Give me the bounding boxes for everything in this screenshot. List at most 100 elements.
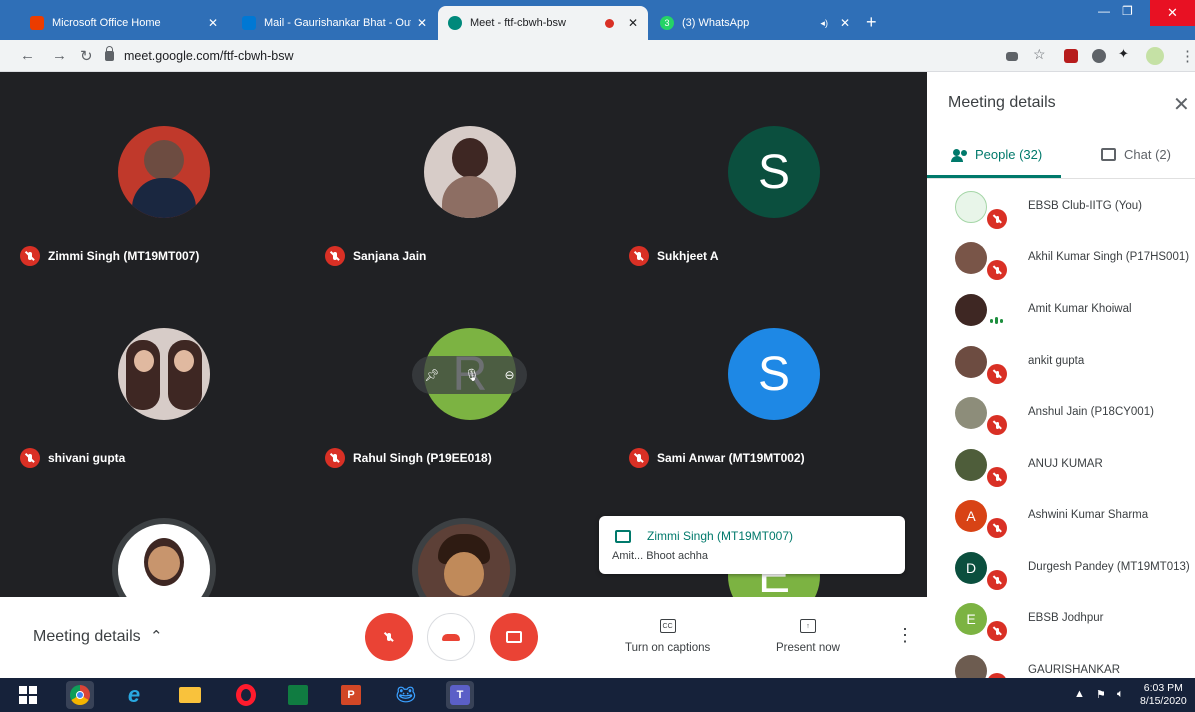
minimize-icon[interactable]: — [1098, 4, 1110, 18]
internet-explorer-icon[interactable]: e [120, 681, 148, 709]
microphone-toggle-button[interactable] [365, 613, 413, 661]
chat-bubble-icon [615, 530, 631, 543]
closed-captions-icon: CC [659, 619, 676, 633]
participant-row[interactable]: GAURISHANKAR [927, 646, 1195, 678]
remove-participant-icon[interactable]: ⊖ [505, 368, 515, 382]
close-panel-icon[interactable]: ✕ [1173, 92, 1190, 117]
tab-google-meet[interactable]: Meet - ftf-cbwh-bsw ✕ [438, 6, 648, 40]
windows-taskbar: e P 🐸︎ T ▲ ⚑ 🔈︎ 6:03 PM 8/15/2020 [0, 678, 1195, 712]
pin-icon[interactable]: 📌︎ [424, 368, 439, 382]
participant-name: GAURISHANKAR [1028, 664, 1121, 676]
microsoft-store-icon[interactable] [284, 681, 312, 709]
address-bar[interactable]: meet.google.com/ftf-cbwh-bsw [105, 44, 985, 68]
tab-chat[interactable]: Chat (2) [1101, 147, 1171, 162]
url-text: meet.google.com/ftf-cbwh-bsw [124, 49, 294, 63]
mic-off-icon [20, 246, 40, 266]
frog-app-icon[interactable]: 🐸︎ [392, 681, 420, 709]
network-flag-icon[interactable]: ⚑ [1096, 688, 1106, 701]
microsoft-teams-icon[interactable]: T [446, 681, 474, 709]
camera-off-icon [506, 631, 522, 643]
close-tab-icon[interactable]: ✕ [417, 16, 427, 30]
audio-playing-icon: ◂) [820, 17, 828, 28]
chrome-icon[interactable] [66, 681, 94, 709]
participant-row[interactable]: D Durgesh Pandey (MT19MT013) [927, 543, 1195, 595]
mic-off-icon [629, 448, 649, 468]
participant-avatar: E [955, 603, 987, 635]
windows-start-icon[interactable] [14, 681, 42, 709]
show-hidden-icons-icon[interactable]: ▲ [1074, 688, 1085, 700]
close-window-button[interactable]: ✕ [1150, 0, 1195, 26]
leave-call-button[interactable] [427, 613, 475, 661]
acrobat-extension-icon[interactable] [1064, 49, 1078, 63]
tab-title: Meet - ftf-cbwh-bsw [470, 17, 566, 29]
chevron-up-icon[interactable]: ⌃ [150, 627, 163, 645]
participant-row[interactable]: Anshul Jain (P18CY001) [927, 388, 1195, 440]
extensions-puzzle-icon[interactable]: ✦ [1118, 46, 1129, 62]
close-tab-icon[interactable]: ✕ [628, 16, 638, 30]
close-tab-icon[interactable]: ✕ [840, 16, 850, 30]
more-options-icon[interactable]: ⋮ [896, 625, 914, 646]
tab-whatsapp[interactable]: 3 (3) WhatsApp ◂) ✕ [650, 6, 860, 40]
participant-avatar [955, 655, 987, 678]
tab-outlook-mail[interactable]: Mail - Gaurishankar Bhat - Outlo ✕ [232, 6, 437, 40]
mic-off-icon [987, 260, 1007, 280]
tab-microsoft-office[interactable]: Microsoft Office Home ✕ [20, 6, 228, 40]
participant-row[interactable]: ANUJ KUMAR [927, 440, 1195, 492]
profile-avatar[interactable] [1146, 47, 1164, 65]
participant-name: Sukhjeet A [657, 249, 719, 263]
participant-nametag: Sukhjeet A [629, 246, 719, 266]
participant-row[interactable]: Amit Kumar Khoiwal [927, 285, 1195, 337]
meeting-details-panel: Meeting details ✕ People (32) Chat (2) E… [927, 72, 1195, 678]
participant-name: ANUJ KUMAR [1028, 458, 1103, 470]
tab-people[interactable]: People (32) [951, 147, 1042, 162]
participant-row[interactable]: E EBSB Jodhpur [927, 594, 1195, 646]
back-arrow-icon[interactable]: ← [20, 47, 35, 64]
participant-name: Rahul Singh (P19EE018) [353, 451, 492, 465]
captions-button[interactable]: CC Turn on captions [625, 619, 710, 654]
camera-icon[interactable] [1006, 52, 1018, 61]
chrome-menu-icon[interactable]: ⋮ [1180, 47, 1195, 65]
tab-title: (3) WhatsApp [682, 17, 750, 29]
forward-arrow-icon[interactable]: → [52, 47, 67, 64]
system-clock[interactable]: 6:03 PM 8/15/2020 [1140, 682, 1187, 708]
present-screen-icon: ↑ [799, 619, 816, 633]
mic-off-icon [325, 246, 345, 266]
participant-name: Zimmi Singh (MT19MT007) [48, 249, 200, 263]
participant-row[interactable]: Akhil Kumar Singh (P17HS001) [927, 233, 1195, 285]
participant-name: ankit gupta [1028, 355, 1085, 367]
participant-row[interactable]: A Ashwini Kumar Sharma [927, 491, 1195, 543]
divider [927, 178, 1195, 179]
participant-avatar [955, 242, 987, 274]
participant-avatar: D [955, 552, 987, 584]
extension-circle-icon[interactable] [1092, 49, 1106, 63]
participant-avatar [955, 346, 987, 378]
restore-icon[interactable]: ❐ [1122, 4, 1133, 18]
participant-avatar [955, 449, 987, 481]
close-tab-icon[interactable]: ✕ [208, 16, 218, 30]
powerpoint-icon[interactable]: P [337, 681, 365, 709]
participant-row[interactable]: EBSB Club-IITG (You) [927, 182, 1195, 234]
tile-hover-actions: 📌︎ 🎙︎ ⊖ [412, 356, 527, 394]
present-label: Present now [776, 642, 840, 654]
participant-avatar [955, 294, 987, 326]
phone-hangup-icon [442, 633, 460, 641]
new-tab-button[interactable]: + [866, 12, 877, 33]
opera-icon[interactable] [232, 681, 260, 709]
mute-participant-icon[interactable]: 🎙︎ [464, 368, 479, 382]
tab-title: Microsoft Office Home [52, 17, 161, 29]
file-explorer-icon[interactable] [176, 681, 204, 709]
meeting-details-button[interactable]: Meeting details [33, 628, 141, 646]
reload-icon[interactable]: ↻ [80, 47, 93, 65]
participant-row[interactable]: ankit gupta [927, 337, 1195, 389]
camera-toggle-button[interactable] [490, 613, 538, 661]
captions-label: Turn on captions [625, 642, 711, 654]
participant-name: Durgesh Pandey (MT19MT013) [1028, 561, 1190, 573]
mic-off-icon [629, 246, 649, 266]
bookmark-star-icon[interactable]: ☆ [1033, 46, 1046, 63]
volume-icon[interactable]: 🔈︎ [1117, 688, 1124, 701]
present-now-button[interactable]: ↑ Present now [776, 619, 840, 654]
chat-icon [1101, 148, 1116, 161]
chat-message-toast[interactable]: Zimmi Singh (MT19MT007) Amit... Bhoot ac… [599, 516, 905, 574]
participant-avatar [424, 126, 516, 218]
participant-name: shivani gupta [48, 451, 126, 465]
